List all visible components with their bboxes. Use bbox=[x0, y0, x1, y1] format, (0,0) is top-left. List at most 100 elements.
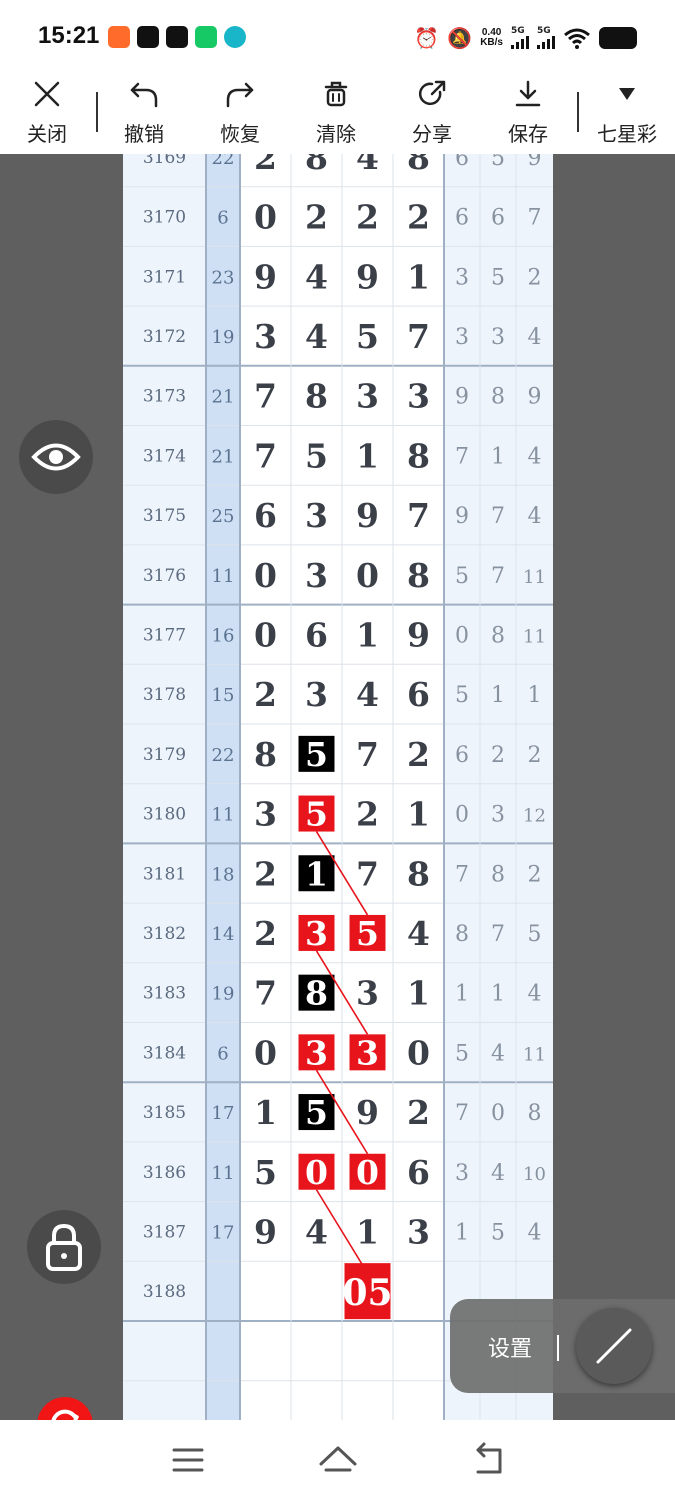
side-value-cell: 11 bbox=[523, 626, 546, 647]
navigation-bar bbox=[0, 1420, 675, 1500]
digit-cell: 4 bbox=[356, 675, 379, 714]
side-value-cell: 9 bbox=[528, 385, 542, 410]
side-value-cell: 9 bbox=[455, 504, 469, 529]
digit-cell: 3 bbox=[254, 317, 277, 356]
digit-cell: 2 bbox=[356, 795, 379, 834]
sum-cell: 25 bbox=[212, 506, 235, 527]
close-button[interactable]: 关闭 bbox=[7, 76, 87, 154]
digit-cell: 0 bbox=[254, 615, 277, 654]
period-cell: 3179 bbox=[143, 745, 186, 765]
side-value-cell: 6 bbox=[455, 743, 469, 768]
status-time: 15:21 bbox=[38, 22, 100, 49]
redo-button[interactable]: 恢复 bbox=[200, 76, 280, 154]
digit-cell: 5 bbox=[305, 795, 328, 834]
settings-button[interactable]: 设置 bbox=[488, 1331, 532, 1363]
side-value-cell: 1 bbox=[455, 982, 469, 1007]
period-cell: 3178 bbox=[143, 685, 186, 705]
side-value-cell: 8 bbox=[491, 623, 505, 648]
period-cell: 3185 bbox=[143, 1103, 186, 1123]
side-value-cell: 4 bbox=[528, 982, 542, 1007]
sum-cell: 17 bbox=[212, 1103, 235, 1124]
app-notification-icon-4 bbox=[195, 26, 217, 48]
digit-cell: 8 bbox=[407, 854, 430, 893]
share-button[interactable]: 分享 bbox=[392, 76, 472, 154]
digit-cell: 5 bbox=[356, 317, 379, 356]
sum-cell: 6 bbox=[217, 1043, 228, 1064]
digit-cell: 8 bbox=[407, 436, 430, 475]
digit-cell: 0 bbox=[356, 1153, 379, 1192]
digit-cell: 7 bbox=[254, 974, 277, 1013]
side-value-cell: 6 bbox=[455, 154, 469, 171]
close-icon bbox=[34, 81, 60, 107]
side-value-cell: 0 bbox=[455, 803, 469, 828]
digit-cell: 7 bbox=[407, 496, 430, 535]
line-tool-button[interactable] bbox=[576, 1308, 652, 1384]
digit-cell: 4 bbox=[305, 317, 328, 356]
trend-chart-svg: 3169 22 2 8 4 8 6 5 93170 6 0 2 2 2 6 6 73171 23 9 4 9 1 3 5 231… bbox=[123, 154, 553, 1420]
sum-cell: 21 bbox=[212, 446, 235, 467]
menu-button[interactable] bbox=[158, 1438, 218, 1482]
digit-cell: 9 bbox=[356, 1093, 379, 1132]
lock-button[interactable] bbox=[27, 1210, 101, 1284]
period-cell: 3187 bbox=[143, 1222, 186, 1242]
eye-icon bbox=[31, 443, 81, 471]
digit-cell: 7 bbox=[407, 317, 430, 356]
back-button[interactable] bbox=[458, 1438, 518, 1482]
signal-bars-icon bbox=[537, 36, 555, 49]
side-value-cell: 6 bbox=[455, 206, 469, 231]
wifi-icon bbox=[564, 28, 590, 49]
home-button[interactable] bbox=[308, 1438, 368, 1482]
undo-button[interactable]: 撤销 bbox=[104, 76, 184, 154]
side-value-cell: 5 bbox=[455, 683, 469, 708]
side-value-cell: 6 bbox=[491, 206, 505, 231]
digit-cell: 3 bbox=[305, 1033, 328, 1072]
share-icon bbox=[418, 80, 446, 106]
digit-cell: 7 bbox=[254, 377, 277, 416]
period-cell: 3177 bbox=[143, 625, 186, 645]
clear-button[interactable]: 清除 bbox=[296, 76, 376, 154]
save-button[interactable]: 保存 bbox=[488, 76, 568, 154]
eye-button[interactable] bbox=[19, 420, 93, 494]
digit-cell: 1 bbox=[254, 1093, 277, 1132]
trend-chart[interactable]: 3169 22 2 8 4 8 6 5 9 3170 6 0 2 2 2 6 6 7 3171 23 9 4 9 1 3 5 2 31… bbox=[123, 154, 553, 1420]
sum-cell: 21 bbox=[212, 387, 235, 408]
period-cell: 3172 bbox=[143, 327, 186, 347]
trash-icon bbox=[324, 81, 348, 107]
side-value-cell: 3 bbox=[455, 265, 469, 290]
signal-1-label: 5G bbox=[511, 26, 525, 36]
app-notification-icon-5 bbox=[224, 26, 246, 48]
digit-cell: 3 bbox=[305, 914, 328, 953]
side-value-cell: 7 bbox=[491, 922, 505, 947]
period-cell: 3188 bbox=[143, 1282, 186, 1302]
digit-cell: 5 bbox=[305, 735, 328, 774]
battery-icon bbox=[599, 27, 637, 49]
lottery-select-button[interactable]: 七星彩 bbox=[587, 76, 667, 154]
digit-cell: 7 bbox=[254, 436, 277, 475]
toolbar-divider bbox=[96, 92, 98, 132]
settings-panel: 设置 bbox=[450, 1299, 675, 1393]
side-value-cell: 0 bbox=[455, 623, 469, 648]
redo-icon bbox=[226, 82, 254, 108]
side-value-cell: 5 bbox=[491, 1220, 505, 1245]
digit-cell: 9 bbox=[356, 257, 379, 296]
digit-cell: 1 bbox=[407, 974, 430, 1013]
line-tool-icon bbox=[596, 1328, 632, 1364]
side-value-cell: 2 bbox=[491, 743, 505, 768]
share-label: 分享 bbox=[412, 122, 452, 146]
side-value-cell: 7 bbox=[491, 564, 505, 589]
digit-cell: 4 bbox=[305, 1212, 328, 1251]
side-value-cell: 1 bbox=[491, 683, 505, 708]
chart-viewport[interactable]: 3169 22 2 8 4 8 6 5 9 3170 6 0 2 2 2 6 6 7 3171 23 9 4 9 1 3 5 2 31… bbox=[0, 154, 675, 1420]
period-cell: 3182 bbox=[143, 924, 186, 944]
digit-cell: 6 bbox=[407, 1153, 430, 1192]
side-value-cell: 4 bbox=[528, 444, 542, 469]
digit-cell: 0 bbox=[305, 1153, 328, 1192]
sync-button[interactable] bbox=[37, 1397, 93, 1420]
side-value-cell: 3 bbox=[455, 325, 469, 350]
digit-cell: 1 bbox=[356, 615, 379, 654]
digit-cell: 6 bbox=[305, 615, 328, 654]
sum-cell: 11 bbox=[212, 805, 235, 826]
sum-cell: 19 bbox=[212, 327, 235, 348]
sum-cell: 11 bbox=[212, 566, 235, 587]
sync-icon bbox=[51, 1409, 79, 1420]
